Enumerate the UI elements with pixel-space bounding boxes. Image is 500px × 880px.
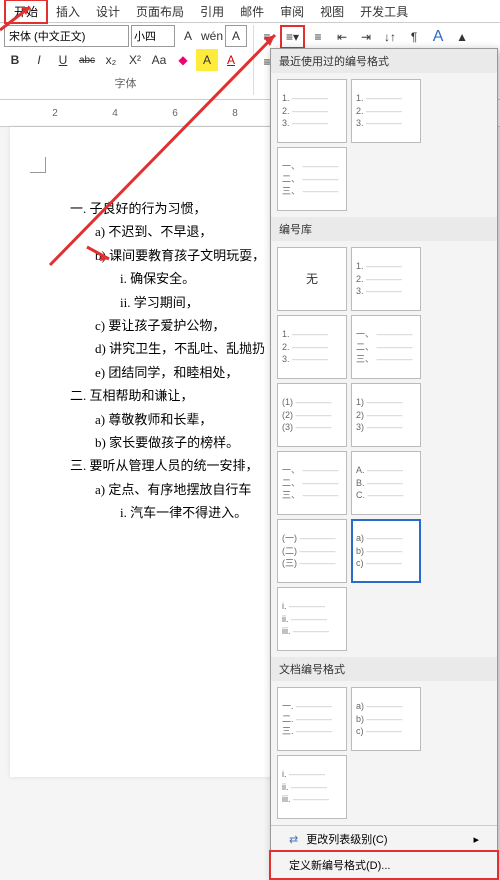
numbering-option[interactable]: i.ii.iii. bbox=[277, 587, 347, 651]
numbering-option[interactable]: 1.2.3. bbox=[277, 79, 347, 143]
numbering-option[interactable]: 无 bbox=[277, 247, 347, 311]
ruler-mark: 8 bbox=[220, 108, 250, 119]
numbering-option[interactable]: 1.2.3. bbox=[277, 315, 347, 379]
ruler-mark: 6 bbox=[160, 108, 190, 119]
dropdown-footer: ⇄ 更改列表级别(C) ▸ 定义新编号格式(D)... bbox=[271, 825, 497, 880]
dropdown-section-library: 编号库 bbox=[271, 217, 497, 241]
recent-grid: 1.2.3.1.2.3.一、二、三、 bbox=[271, 73, 497, 217]
ruler-mark: 2 bbox=[40, 108, 70, 119]
chevron-right-icon: ⇄ bbox=[289, 833, 298, 846]
ribbon-tabs: 开始插入设计页面布局引用邮件审阅视图开发工具 bbox=[0, 0, 500, 23]
chevron-right-icon: ▸ bbox=[473, 833, 479, 846]
change-list-level-item[interactable]: ⇄ 更改列表级别(C) ▸ bbox=[271, 826, 497, 852]
docfmt-grid: 一.二.三.a)b)c)i.ii.iii. bbox=[271, 681, 497, 825]
format-painter-btn[interactable]: ▲ bbox=[451, 26, 473, 48]
font-size-select[interactable]: 小四 bbox=[131, 25, 175, 47]
italic-btn[interactable]: I bbox=[28, 49, 50, 71]
numbering-option[interactable]: 一、二、三、 bbox=[277, 451, 347, 515]
bold-btn[interactable]: B bbox=[4, 49, 26, 71]
clear-format-btn[interactable]: ◆ bbox=[172, 49, 194, 71]
numbering-option[interactable]: A.B.C. bbox=[351, 451, 421, 515]
numbering-option[interactable]: a)b)c) bbox=[351, 519, 421, 583]
increase-indent-btn[interactable]: ⇥ bbox=[355, 26, 377, 48]
tab-0[interactable]: 开始 bbox=[4, 0, 48, 24]
define-new-format-label: 定义新编号格式(D)... bbox=[289, 857, 390, 873]
tab-4[interactable]: 引用 bbox=[192, 1, 232, 22]
bullets-btn[interactable]: ≡ bbox=[256, 26, 278, 48]
font-group: 宋体 (中文正文) 小四 A wén A B I U abc x₂ X² Aa … bbox=[4, 25, 254, 95]
superscript-btn[interactable]: X² bbox=[124, 49, 146, 71]
dropdown-section-recent: 最近使用过的编号格式 bbox=[271, 49, 497, 73]
underline-btn[interactable]: U bbox=[52, 49, 74, 71]
font-group-label: 字体 bbox=[4, 75, 247, 91]
para-mark-btn[interactable]: ¶ bbox=[403, 26, 425, 48]
numbering-option[interactable]: 一.二.三. bbox=[277, 687, 347, 751]
tab-7[interactable]: 视图 bbox=[312, 1, 352, 22]
highlight-btn[interactable]: A bbox=[196, 49, 218, 71]
numbering-option[interactable]: (一)(二)(三) bbox=[277, 519, 347, 583]
multilevel-btn[interactable]: ≡ bbox=[307, 26, 329, 48]
sort-btn[interactable]: ↓↑ bbox=[379, 26, 401, 48]
styles-btn[interactable]: A bbox=[427, 26, 449, 48]
library-grid: 无1.2.3.1.2.3.一、二、三、(1)(2)(3)1)2)3)一、二、三、… bbox=[271, 241, 497, 657]
numbering-option[interactable]: 1)2)3) bbox=[351, 383, 421, 447]
numbering-dropdown: 最近使用过的编号格式 1.2.3.1.2.3.一、二、三、 编号库 无1.2.3… bbox=[270, 48, 498, 879]
change-list-level-label: 更改列表级别(C) bbox=[306, 831, 387, 847]
font-name-select[interactable]: 宋体 (中文正文) bbox=[4, 25, 129, 47]
tab-6[interactable]: 审阅 bbox=[272, 1, 312, 22]
numbering-option[interactable]: 一、二、三、 bbox=[277, 147, 347, 211]
numbering-option[interactable]: (1)(2)(3) bbox=[277, 383, 347, 447]
subscript-btn[interactable]: x₂ bbox=[100, 49, 122, 71]
numbering-option[interactable]: 1.2.3. bbox=[351, 247, 421, 311]
tab-5[interactable]: 邮件 bbox=[232, 1, 272, 22]
numbering-btn[interactable]: ≡▾ bbox=[280, 25, 305, 49]
ruler-mark: 4 bbox=[100, 108, 130, 119]
page-corner-icon bbox=[30, 157, 46, 173]
numbering-option[interactable]: a)b)c) bbox=[351, 687, 421, 751]
define-new-format-item[interactable]: 定义新编号格式(D)... bbox=[269, 850, 499, 880]
tab-3[interactable]: 页面布局 bbox=[128, 1, 192, 22]
numbering-option[interactable]: i.ii.iii. bbox=[277, 755, 347, 819]
numbering-option[interactable]: 一、二、三、 bbox=[351, 315, 421, 379]
ruby-btn[interactable]: wén bbox=[201, 25, 223, 47]
font-color-btn[interactable]: A bbox=[220, 49, 242, 71]
change-case-btn[interactable]: Aa bbox=[148, 49, 170, 71]
numbering-option[interactable]: 1.2.3. bbox=[351, 79, 421, 143]
dropdown-section-docfmt: 文档编号格式 bbox=[271, 657, 497, 681]
grow-font-btn[interactable]: A bbox=[177, 25, 199, 47]
strike-btn[interactable]: abc bbox=[76, 49, 98, 71]
tab-2[interactable]: 设计 bbox=[88, 1, 128, 22]
decrease-indent-btn[interactable]: ⇤ bbox=[331, 26, 353, 48]
tab-1[interactable]: 插入 bbox=[48, 1, 88, 22]
numbering-icon: ≡ bbox=[286, 30, 293, 44]
char-border-btn[interactable]: A bbox=[225, 25, 247, 47]
tab-8[interactable]: 开发工具 bbox=[352, 1, 416, 22]
